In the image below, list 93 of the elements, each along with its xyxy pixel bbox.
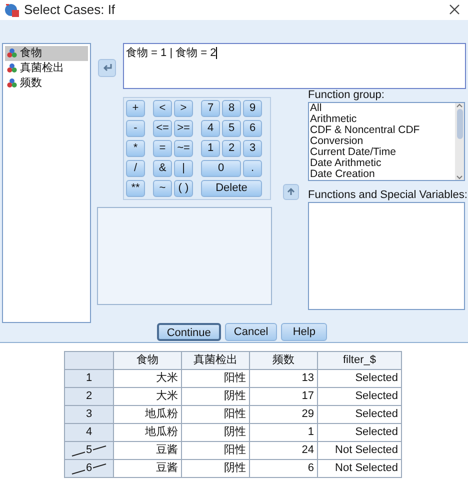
function-group-item[interactable]: CDF & Noncentral CDF xyxy=(310,124,454,136)
table-cell: 地瓜粉 xyxy=(114,406,182,424)
table-cell: 6 xyxy=(250,460,318,478)
nominal-variable-icon xyxy=(7,63,17,73)
app-icon xyxy=(4,2,20,18)
keypad-key[interactable]: 5 xyxy=(222,120,241,136)
table-cell: Selected xyxy=(318,424,402,442)
column-header[interactable]: filter_$ xyxy=(318,352,402,370)
table-cell: 阴性 xyxy=(182,460,250,478)
enter-arrow-icon xyxy=(102,64,112,72)
table-cell: 阴性 xyxy=(182,388,250,406)
row-header[interactable]: 3 xyxy=(64,406,114,424)
column-header[interactable]: 真菌检出 xyxy=(182,352,250,370)
function-group-item[interactable]: Date Creation xyxy=(310,168,454,180)
filtered-slash-icon xyxy=(71,445,107,457)
dialog-button[interactable]: Cancel xyxy=(224,322,278,340)
scroll-up-icon[interactable] xyxy=(456,102,463,108)
table-cell: 阳性 xyxy=(182,370,250,388)
keypad-key[interactable]: & xyxy=(153,160,172,176)
keypad-key[interactable]: Delete xyxy=(201,180,262,196)
function-group-item[interactable]: Current Date/Time xyxy=(310,146,454,158)
expression-field[interactable]: 食物 = 1 | 食物 = 2 xyxy=(123,42,466,88)
function-group-item[interactable]: Conversion xyxy=(310,136,454,146)
keypad-key[interactable]: . xyxy=(243,160,262,176)
move-variable-button[interactable] xyxy=(98,58,116,76)
function-group-item[interactable]: Date Arithmetic xyxy=(310,158,454,168)
window-title: Select Cases: If xyxy=(24,1,116,19)
row-header[interactable]: 6 xyxy=(64,460,114,478)
table-cell: Selected xyxy=(318,388,402,406)
keypad-key[interactable]: - xyxy=(126,120,145,136)
row-header[interactable]: 5 xyxy=(64,442,114,460)
function-group-item[interactable]: Arithmetic xyxy=(310,114,454,124)
keypad-key[interactable]: 4 xyxy=(201,120,220,136)
keypad-key[interactable]: 0 xyxy=(201,160,241,176)
keypad-key[interactable]: 9 xyxy=(243,100,262,116)
up-arrow-icon xyxy=(286,188,294,196)
variable-item[interactable]: 真菌检出 xyxy=(5,60,88,76)
table-cell: 1 xyxy=(250,424,318,442)
keypad-key[interactable]: 8 xyxy=(222,100,241,116)
table-cell: 阴性 xyxy=(182,424,250,442)
table-cell: 24 xyxy=(250,442,318,460)
keypad-key[interactable]: 3 xyxy=(243,140,262,156)
table-cell: Not Selected xyxy=(318,442,402,460)
keypad-key[interactable]: ( ) xyxy=(174,180,193,196)
table-cell: 地瓜粉 xyxy=(114,424,182,442)
row-header[interactable]: 4 xyxy=(64,424,114,442)
table-cell: 阳性 xyxy=(182,406,250,424)
nominal-variable-icon xyxy=(7,78,17,88)
keypad-key[interactable]: < xyxy=(153,100,172,116)
keypad-key[interactable]: ~= xyxy=(174,140,193,156)
table-cell: 豆酱 xyxy=(114,442,182,460)
table-cell: 29 xyxy=(250,406,318,424)
keypad-key[interactable]: 7 xyxy=(201,100,220,116)
keypad-key[interactable]: > xyxy=(174,100,193,116)
keypad-key[interactable]: ** xyxy=(126,180,145,196)
dialog-button[interactable]: Help xyxy=(281,322,328,340)
corner-cell xyxy=(64,352,114,370)
keypad-key[interactable]: 6 xyxy=(243,120,262,136)
keypad-key[interactable]: >= xyxy=(174,120,193,136)
table-cell: 大米 xyxy=(114,370,182,388)
nominal-variable-icon xyxy=(7,48,17,58)
keypad-key[interactable]: 2 xyxy=(222,140,241,156)
close-icon[interactable] xyxy=(449,4,460,16)
table-cell: Selected xyxy=(318,406,402,424)
keypad-key[interactable]: * xyxy=(126,140,145,156)
table-cell: 阳性 xyxy=(182,442,250,460)
functions-label: Functions and Special Variables: xyxy=(308,188,465,202)
table-cell: 13 xyxy=(250,370,318,388)
variable-item[interactable]: 食物 xyxy=(5,46,88,60)
dialog-button[interactable]: Continue xyxy=(156,322,221,340)
filtered-slash-icon xyxy=(71,463,107,475)
keypad-key[interactable]: | xyxy=(174,160,193,176)
row-header[interactable]: 1 xyxy=(64,370,114,388)
function-group-label: Function group: xyxy=(308,88,386,102)
column-header[interactable]: 频数 xyxy=(250,352,318,370)
table-cell: 大米 xyxy=(114,388,182,406)
table-cell: 17 xyxy=(250,388,318,406)
table-cell: Not Selected xyxy=(318,460,402,478)
keypad-key[interactable]: ~ xyxy=(153,180,172,196)
keypad-key[interactable]: 1 xyxy=(201,140,220,156)
column-header[interactable]: 食物 xyxy=(114,352,182,370)
table-cell: 豆酱 xyxy=(114,460,182,478)
scroll-down-icon[interactable] xyxy=(456,174,463,180)
keypad-key[interactable]: + xyxy=(126,100,145,116)
variable-item[interactable]: 频数 xyxy=(5,76,88,90)
scrollbar[interactable] xyxy=(455,102,464,180)
insert-function-button[interactable] xyxy=(282,184,298,200)
keypad-key[interactable]: <= xyxy=(153,120,172,136)
function-group-item[interactable]: All xyxy=(310,102,454,114)
keypad-key[interactable]: = xyxy=(153,140,172,156)
row-header[interactable]: 2 xyxy=(64,388,114,406)
table-cell: Selected xyxy=(318,370,402,388)
keypad-key[interactable]: / xyxy=(126,160,145,176)
